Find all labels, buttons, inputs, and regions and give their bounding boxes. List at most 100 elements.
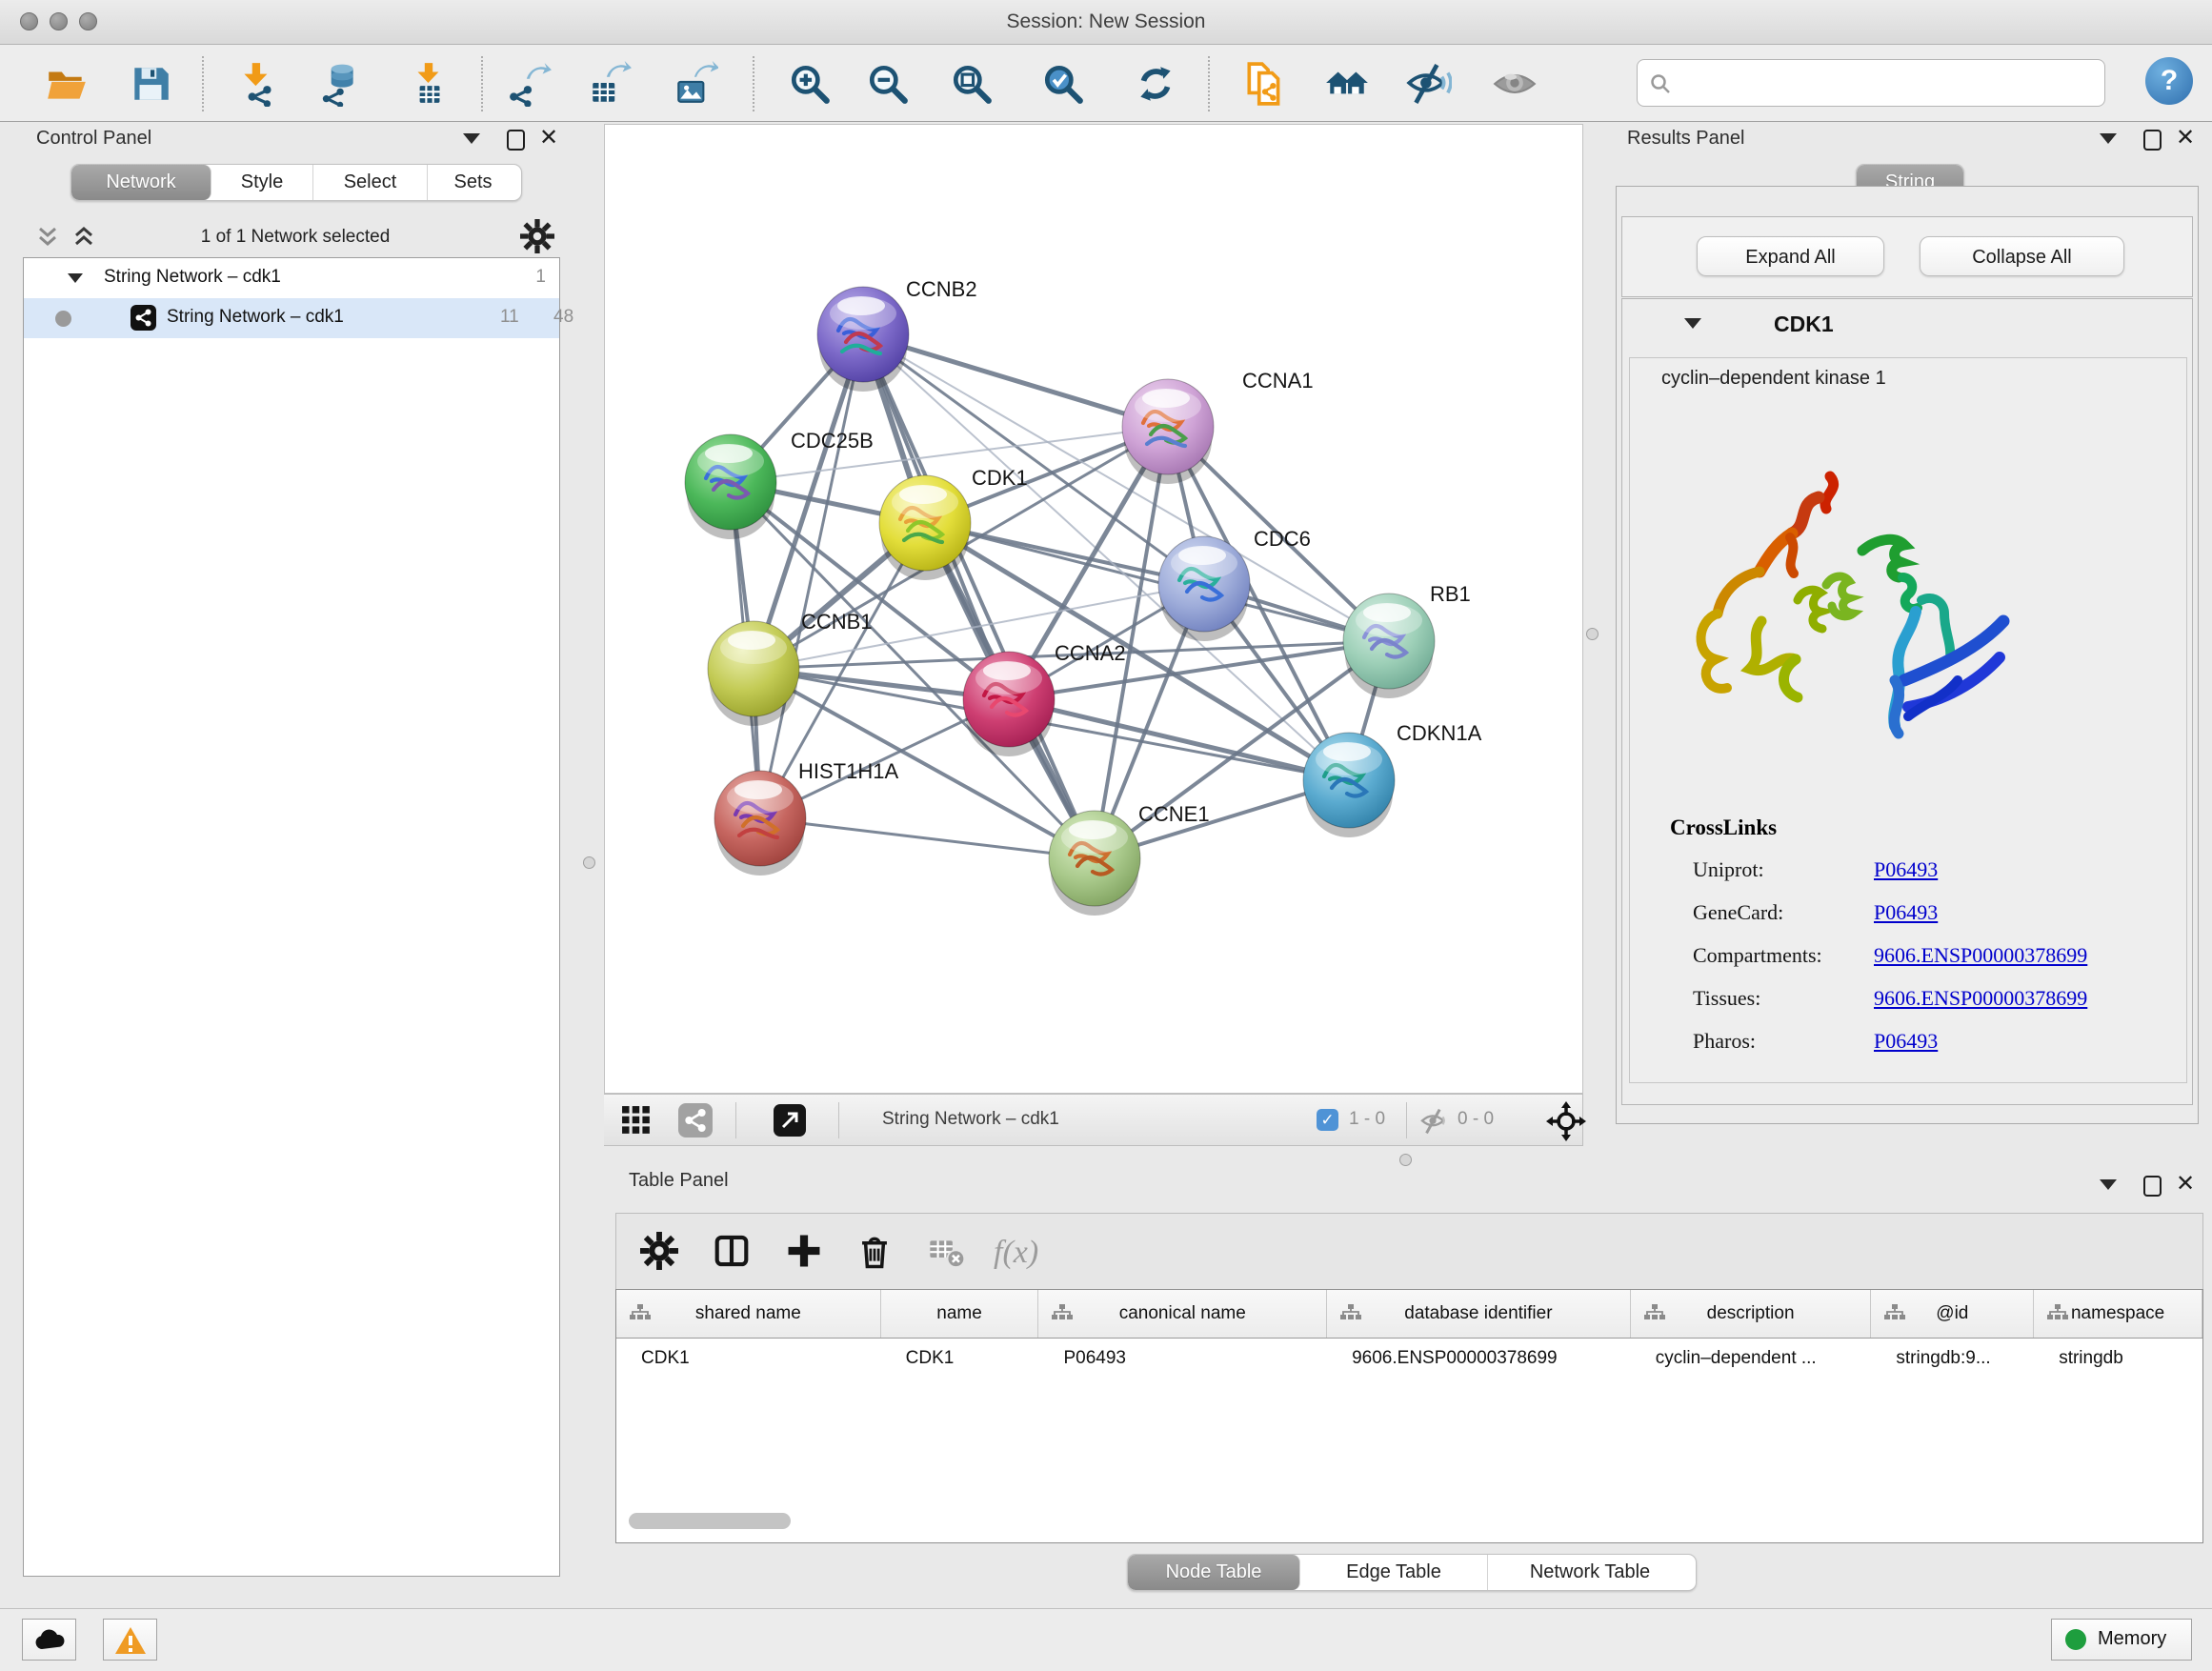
search-input[interactable] <box>1637 59 2105 107</box>
column-header-shared-name[interactable]: shared name <box>616 1290 881 1338</box>
node-CCNE1[interactable] <box>1049 811 1140 916</box>
control-panel-menu-caret[interactable] <box>463 133 480 144</box>
column-header-canonical-name[interactable]: canonical name <box>1038 1290 1327 1338</box>
node-CCNB1[interactable] <box>708 621 799 726</box>
table-cell[interactable]: stringdb:9... <box>1871 1339 2034 1380</box>
node-CDK1[interactable] <box>879 475 971 580</box>
node-CCNA1[interactable] <box>1122 379 1214 484</box>
import-network-file-icon[interactable] <box>235 61 281 107</box>
show-columns-icon[interactable] <box>713 1232 751 1270</box>
table-horizontal-scrollbar[interactable] <box>629 1513 791 1529</box>
tab-node-table[interactable]: Node Table <box>1128 1555 1300 1590</box>
tab-edge-table[interactable]: Edge Table <box>1300 1555 1488 1590</box>
warning-button[interactable] <box>103 1619 157 1661</box>
network-row-selected[interactable]: String Network – cdk1 11 48 <box>24 298 559 338</box>
column-header-name[interactable]: name <box>881 1290 1039 1338</box>
expand-all-networks-icon[interactable] <box>34 225 61 254</box>
node-label-CCNA2: CCNA2 <box>1055 641 1126 665</box>
hide-selected-eye-slash-icon[interactable] <box>1406 61 1452 107</box>
table-cell[interactable]: 9606.ENSP00000378699 <box>1327 1339 1631 1380</box>
network-label: String Network – cdk1 <box>167 307 344 328</box>
tab-select[interactable]: Select <box>313 165 428 200</box>
tab-style[interactable]: Style <box>211 165 313 200</box>
node-CDC25B[interactable] <box>685 434 776 539</box>
results-panel-menu-caret[interactable] <box>2100 133 2117 144</box>
home-pages-icon[interactable] <box>1324 61 1370 107</box>
fit-selected-crosshair-icon[interactable] <box>1545 1100 1587 1147</box>
crosslink-link[interactable]: 9606.ENSP00000378699 <box>1874 986 2087 1011</box>
bottom-splitter-handle[interactable] <box>1399 1154 1412 1166</box>
save-session-icon[interactable] <box>128 61 173 107</box>
node-CCNB2[interactable] <box>817 287 909 392</box>
export-table-icon[interactable] <box>587 61 633 107</box>
results-panel-float-button[interactable] <box>2143 130 2162 151</box>
table-panel-float-button[interactable] <box>2143 1176 2162 1197</box>
results-panel-close-button[interactable]: ✕ <box>2176 128 2195 149</box>
import-table-file-icon[interactable] <box>406 61 452 107</box>
table-row[interactable]: CDK1CDK1P064939606.ENSP00000378699cyclin… <box>616 1339 2202 1380</box>
zoom-fit-selected-icon[interactable] <box>1040 61 1086 107</box>
expand-all-button[interactable]: Expand All <box>1697 236 1884 276</box>
string-style-icon[interactable] <box>678 1103 713 1137</box>
control-panel-close-button[interactable]: ✕ <box>539 128 558 149</box>
column-header-@id[interactable]: @id <box>1871 1290 2034 1338</box>
node-RB1[interactable] <box>1343 594 1435 698</box>
gene-section-collapse-caret[interactable] <box>1684 318 1701 329</box>
help-button[interactable]: ? <box>2145 57 2193 105</box>
table-panel-close-button[interactable]: ✕ <box>2176 1174 2195 1195</box>
crosslink-link[interactable]: P06493 <box>1874 1029 1938 1054</box>
crosslink-link[interactable]: P06493 <box>1874 857 1938 882</box>
crosslink-link[interactable]: P06493 <box>1874 900 1938 925</box>
zoom-in-icon[interactable] <box>787 61 833 107</box>
table-cell[interactable]: P06493 <box>1038 1339 1327 1380</box>
collapse-all-networks-icon[interactable] <box>70 225 97 254</box>
node-CDKN1A[interactable] <box>1303 733 1395 837</box>
memory-button[interactable]: Memory <box>2051 1619 2192 1661</box>
zoom-fit-content-icon[interactable] <box>949 61 995 107</box>
node-CCNA2[interactable] <box>963 652 1055 756</box>
left-splitter-handle[interactable] <box>583 856 595 869</box>
node-CDC6[interactable] <box>1158 536 1250 641</box>
show-all-eye-icon[interactable] <box>1492 61 1538 107</box>
node-HIST1H1A[interactable] <box>714 771 806 876</box>
network-collection-row[interactable]: String Network – cdk1 1 <box>24 258 559 298</box>
table-cell[interactable]: stringdb <box>2034 1339 2202 1380</box>
delete-table-icon[interactable] <box>928 1232 966 1270</box>
function-builder-icon[interactable]: f(x) <box>994 1235 1038 1271</box>
delete-column-trash-icon[interactable] <box>855 1232 894 1270</box>
edge-CCNB2-HIST1H1A[interactable] <box>760 334 863 818</box>
open-session-icon[interactable] <box>44 61 90 107</box>
network-view-canvas[interactable]: CCNB2CCNA1CDC25BCDK1CDC6RB1CCNB1CCNA2CDK… <box>604 124 1583 1094</box>
refresh-view-icon[interactable] <box>1133 61 1178 107</box>
table-cell[interactable]: cyclin–dependent ... <box>1631 1339 1872 1380</box>
table-settings-gear-icon[interactable] <box>640 1232 678 1270</box>
control-panel-float-button[interactable] <box>507 130 525 151</box>
edge-CCNB2-CCNA1[interactable] <box>863 334 1168 427</box>
export-network-icon[interactable] <box>507 61 553 107</box>
table-panel-menu-caret[interactable] <box>2100 1179 2117 1190</box>
column-header-database-identifier[interactable]: database identifier <box>1327 1290 1631 1338</box>
zoom-out-icon[interactable] <box>865 61 911 107</box>
protein-structure-image <box>1676 459 2040 760</box>
cloud-button[interactable] <box>22 1619 76 1661</box>
birds-eye-view-icon[interactable] <box>621 1105 652 1140</box>
import-network-database-icon[interactable] <box>315 61 361 107</box>
edge-HIST1H1A-CCNE1[interactable] <box>760 818 1095 858</box>
collection-expand-caret[interactable] <box>68 273 83 283</box>
right-splitter-handle[interactable] <box>1586 628 1599 640</box>
crosslink-link[interactable]: 9606.ENSP00000378699 <box>1874 943 2087 968</box>
tab-sets[interactable]: Sets <box>428 165 518 200</box>
open-in-new-window-icon[interactable] <box>774 1104 806 1137</box>
column-header-description[interactable]: description <box>1631 1290 1872 1338</box>
table-cell[interactable]: CDK1 <box>616 1339 881 1380</box>
share-document-icon[interactable] <box>1242 61 1288 107</box>
network-options-gear-icon[interactable] <box>520 219 554 258</box>
column-header-namespace[interactable]: namespace <box>2034 1290 2202 1338</box>
tab-network[interactable]: Network <box>71 165 211 200</box>
export-image-icon[interactable] <box>673 61 718 107</box>
selected-checkbox-icon[interactable]: ✓ <box>1317 1109 1338 1131</box>
tab-network-table[interactable]: Network Table <box>1488 1555 1692 1590</box>
add-column-plus-icon[interactable] <box>785 1232 823 1270</box>
table-cell[interactable]: CDK1 <box>881 1339 1039 1380</box>
collapse-all-button[interactable]: Collapse All <box>1920 236 2124 276</box>
